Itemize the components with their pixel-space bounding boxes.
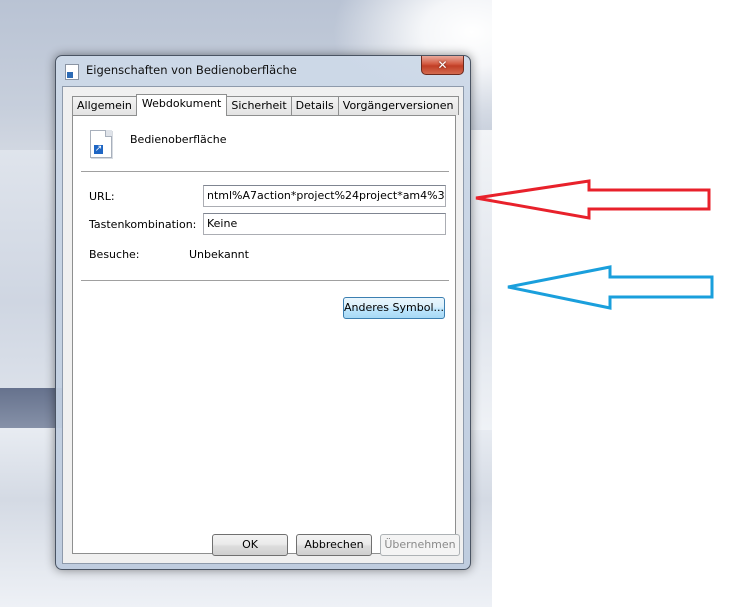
dialog-client-area: Allgemein Webdokument Sicherheit Details… — [62, 86, 464, 564]
page-fold — [105, 130, 112, 137]
tab-webdokument[interactable]: Webdokument — [135, 94, 228, 116]
properties-dialog: Eigenschaften von Bedienoberfläche ✕ All… — [55, 55, 471, 570]
divider — [81, 280, 449, 281]
shortcut-key-field[interactable]: Keine — [203, 213, 446, 235]
shortcut-arrow-icon: ↗ — [93, 144, 104, 155]
divider — [81, 171, 449, 172]
tab-allgemein[interactable]: Allgemein — [72, 96, 137, 115]
shortcut-key-label: Tastenkombination: — [89, 218, 197, 231]
tab-details[interactable]: Details — [290, 96, 339, 115]
ok-button[interactable]: OK — [212, 534, 288, 556]
window-title: Eigenschaften von Bedienoberfläche — [86, 63, 297, 77]
change-icon-button[interactable]: Anderes Symbol... — [343, 297, 445, 319]
url-label: URL: — [89, 190, 115, 203]
visits-value: Unbekannt — [189, 248, 249, 261]
cancel-button[interactable]: Abbrechen — [296, 534, 372, 556]
visits-label: Besuche: — [89, 248, 140, 261]
tab-vorgaengerversionen[interactable]: Vorgängerversionen — [337, 96, 459, 115]
apply-button[interactable]: Übernehmen — [380, 534, 460, 556]
title-bar[interactable]: Eigenschaften von Bedienoberfläche ✕ — [56, 56, 470, 86]
shortcut-file-icon — [65, 64, 79, 80]
internet-shortcut-icon: ↗ — [90, 130, 112, 158]
close-button[interactable]: ✕ — [421, 56, 464, 75]
tab-panel-webdokument: ↗ Bedienoberfläche URL: ntml%A7action*pr… — [72, 115, 456, 554]
blue-arrow-icon — [507, 265, 714, 310]
tab-sicherheit[interactable]: Sicherheit — [226, 96, 292, 115]
tab-strip: Allgemein Webdokument Sicherheit Details… — [72, 94, 459, 116]
red-arrow-icon — [475, 179, 711, 220]
file-name: Bedienoberfläche — [130, 133, 227, 146]
url-field[interactable]: ntml%A7action*project%24project*am4%3D — [203, 185, 446, 207]
